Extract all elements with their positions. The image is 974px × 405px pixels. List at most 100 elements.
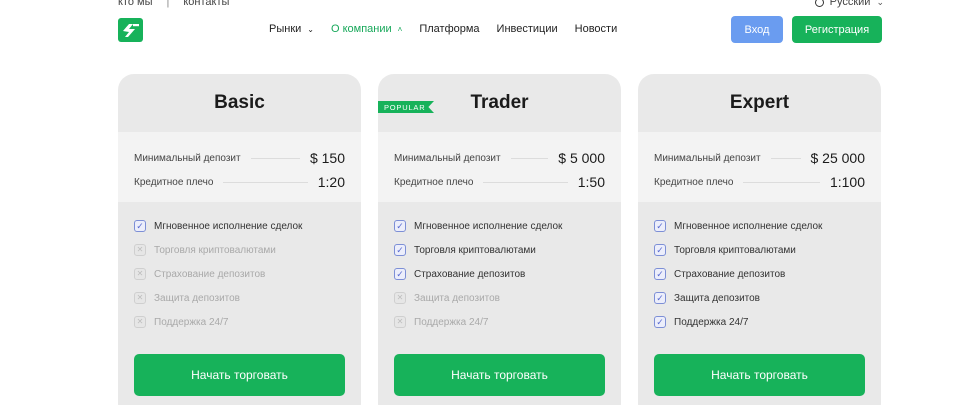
feature-list: ✓ Мгновенное исполнение сделок ✓ Торговля к… (638, 202, 881, 334)
divider (483, 181, 568, 183)
cross-icon: ✕ (134, 292, 146, 304)
main-nav: Рынки ⌄ О компании ˄ Платформа Инвестици… (269, 23, 634, 35)
divider (743, 181, 820, 183)
start-trading-button[interactable]: Начать торговать (394, 354, 605, 396)
top-links: кто мы | контакты (118, 0, 229, 8)
nav-item-about[interactable]: О компании ˄ (331, 23, 402, 35)
chevron-up-icon: ˄ (397, 24, 403, 34)
divider (223, 181, 308, 183)
min-deposit-value: $ 150 (309, 150, 345, 166)
checkmark-icon: ✓ (654, 244, 666, 256)
min-deposit-value: $ 5 000 (558, 150, 605, 166)
feature-list: ✓ Мгновенное исполнение сделок ✓ Торговля к… (378, 202, 621, 334)
feature-label: Страхование депозитов (154, 268, 266, 280)
cross-icon: ✕ (134, 316, 146, 328)
leverage-row: Кредитное плечо 1:100 (654, 170, 865, 194)
checkmark-icon: ✓ (394, 244, 406, 256)
language-label: Русский (829, 0, 871, 8)
nav-item-markets[interactable]: Рынки ⌄ (269, 23, 314, 35)
language-selector[interactable]: Русский ⌄ (814, 0, 884, 8)
feature-label: Страхование депозитов (674, 268, 786, 280)
register-button[interactable]: Регистрация (792, 16, 882, 43)
feature-item: ✕ Поддержка 24/7 (394, 310, 605, 334)
feature-label: Защита депозитов (674, 292, 760, 304)
feature-item: ✓ Торговля криптовалютами (394, 238, 605, 262)
leverage-label: Кредитное плечо (134, 176, 214, 188)
feature-label: Мгновенное исполнение сделок (674, 220, 823, 232)
start-trading-button[interactable]: Начать торговать (654, 354, 865, 396)
start-trading-button[interactable]: Начать торговать (134, 354, 345, 396)
feature-list: ✓ Мгновенное исполнение сделок ✕ Торговля к… (118, 202, 361, 334)
feature-item: ✓ Мгновенное исполнение сделок (654, 214, 865, 238)
checkmark-icon: ✓ (654, 268, 666, 280)
divider (510, 157, 549, 159)
checkmark-icon: ✓ (394, 220, 406, 232)
feature-item: ✓ Защита депозитов (654, 286, 865, 310)
plan-card-trader: POPULAR Trader Минимальный депозит $ 5 0… (378, 74, 621, 405)
about-link[interactable]: кто мы (118, 0, 153, 8)
feature-item: ✕ Защита депозитов (134, 286, 345, 310)
leverage-label: Кредитное плечо (654, 176, 734, 188)
min-deposit-label: Минимальный депозит (134, 152, 241, 164)
nav-item-label: Новости (574, 23, 618, 35)
leverage-label: Кредитное плечо (394, 176, 474, 188)
logo-icon (122, 24, 139, 37)
feature-label: Поддержка 24/7 (154, 316, 229, 328)
plan-card-basic: Basic Минимальный депозит $ 150 Кредитно… (118, 74, 361, 405)
feature-item: ✓ Торговля криптовалютами (654, 238, 865, 262)
feature-label: Поддержка 24/7 (674, 316, 749, 328)
chevron-down-icon: ⌄ (307, 24, 314, 34)
checkmark-icon: ✓ (134, 220, 146, 232)
nav-item-label: О компании (330, 23, 392, 35)
nav-item-investments[interactable]: Инвестиции (497, 23, 558, 35)
leverage-row: Кредитное плечо 1:50 (394, 170, 605, 194)
min-deposit-row: Минимальный депозит $ 150 (134, 146, 345, 170)
feature-label: Страхование депозитов (414, 268, 526, 280)
min-deposit-label: Минимальный депозит (654, 152, 761, 164)
feature-label: Защита депозитов (154, 292, 240, 304)
min-deposit-label: Минимальный депозит (394, 152, 501, 164)
checkmark-icon: ✓ (654, 316, 666, 328)
feature-item: ✓ Страхование депозитов (394, 262, 605, 286)
leverage-value: 1:100 (829, 174, 865, 190)
feature-item: ✓ Поддержка 24/7 (654, 310, 865, 334)
login-button[interactable]: Вход (731, 16, 783, 43)
leverage-value: 1:50 (577, 174, 605, 190)
checkmark-icon: ✓ (394, 268, 406, 280)
feature-label: Поддержка 24/7 (414, 316, 489, 328)
nav-item-label: Инвестиции (496, 23, 558, 35)
cross-icon: ✕ (134, 268, 146, 280)
globe-icon (814, 0, 824, 7)
feature-label: Мгновенное исполнение сделок (414, 220, 563, 232)
nav-item-platform[interactable]: Платформа (419, 23, 479, 35)
plan-title: Expert (729, 92, 790, 113)
plan-card-expert: Expert Минимальный депозит $ 25 000 Кред… (638, 74, 881, 405)
brand-logo[interactable] (118, 18, 143, 42)
feature-label: Торговля криптовалютами (414, 244, 536, 256)
feature-item: ✓ Мгновенное исполнение сделок (394, 214, 605, 238)
chevron-down-icon: ⌄ (876, 0, 884, 7)
leverage-row: Кредитное плечо 1:20 (134, 170, 345, 194)
leverage-value: 1:20 (317, 174, 345, 190)
top-utility-bar: кто мы | контакты Русский ⌄ (118, 0, 884, 10)
feature-item: ✕ Поддержка 24/7 (134, 310, 345, 334)
plan-title: Basic (214, 92, 265, 113)
divider (770, 157, 801, 159)
feature-label: Торговля криптовалютами (674, 244, 796, 256)
feature-item: ✕ Защита депозитов (394, 286, 605, 310)
cross-icon: ✕ (394, 292, 406, 304)
cross-icon: ✕ (394, 316, 406, 328)
min-deposit-row: Минимальный депозит $ 5 000 (394, 146, 605, 170)
nav-item-label: Платформа (419, 23, 480, 35)
checkmark-icon: ✓ (654, 220, 666, 232)
plan-params: Минимальный депозит $ 150 Кредитное плеч… (118, 132, 361, 202)
min-deposit-value: $ 25 000 (810, 150, 866, 166)
cross-icon: ✕ (134, 244, 146, 256)
contacts-link[interactable]: контакты (183, 0, 229, 8)
popular-badge: POPULAR (378, 101, 434, 113)
checkmark-icon: ✓ (654, 292, 666, 304)
nav-item-news[interactable]: Новости (575, 23, 618, 35)
feature-label: Защита депозитов (414, 292, 500, 304)
page: кто мы | контакты Русский ⌄ Рынки ⌄ О ко… (0, 0, 974, 405)
plan-params: Минимальный депозит $ 5 000 Кредитное пл… (378, 132, 621, 202)
